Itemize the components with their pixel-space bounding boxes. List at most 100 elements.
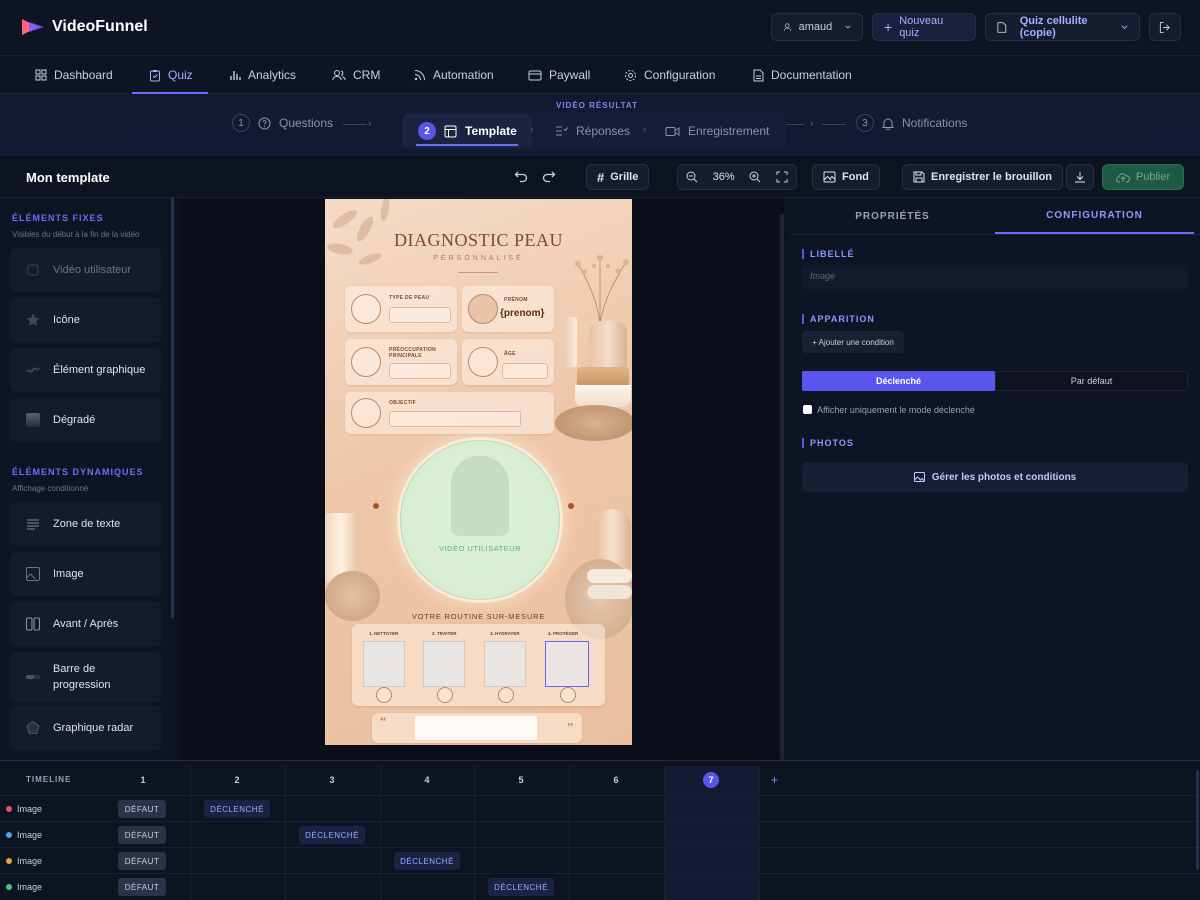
step-questions[interactable]: 1 Questions (232, 114, 333, 132)
triggered-badge[interactable]: DÉCLENCHÉ (394, 852, 460, 870)
grid-toggle-button[interactable]: # Grille (586, 164, 650, 190)
step-connector (786, 124, 804, 125)
goal-field[interactable] (389, 411, 521, 427)
timeline-row[interactable]: Image DÉFAUT DÉCLENCHÉ (0, 795, 1200, 821)
manage-photos-button[interactable]: Gérer les photos et conditions (802, 462, 1188, 492)
element-icon[interactable]: Icône (10, 298, 161, 342)
tab-configuration[interactable]: CONFIGURATION (995, 198, 1194, 234)
add-condition-button[interactable]: + Ajouter une condition (802, 331, 904, 353)
default-badge[interactable]: DÉFAUT (118, 826, 166, 844)
timeline-step-3[interactable]: 3 (324, 772, 340, 788)
redo-button[interactable] (542, 169, 556, 183)
element-gradient[interactable]: Dégradé (10, 398, 161, 442)
new-quiz-button[interactable]: + Nouveau quiz (872, 13, 976, 41)
element-progress-bar[interactable]: Barre de progression (10, 652, 161, 702)
step-recording[interactable]: Enregistrement (665, 124, 769, 138)
timeline-scrollbar[interactable] (1196, 770, 1199, 870)
timeline-row[interactable]: Image DÉFAUT DÉCLENCHÉ (0, 873, 1200, 899)
row-name: Image (17, 882, 43, 892)
default-badge[interactable]: DÉFAUT (118, 800, 166, 818)
element-user-video[interactable]: Vidéo utilisateur (10, 248, 161, 292)
top-bar: VideoFunnel amaud + Nouveau quiz Quiz ce… (0, 0, 1200, 56)
nav-crm[interactable]: CRM (332, 56, 380, 94)
nav-quiz[interactable]: Quiz (149, 56, 193, 94)
timeline-step-4[interactable]: 4 (419, 772, 435, 788)
undo-button[interactable] (514, 169, 528, 183)
nav-label: Configuration (644, 68, 716, 82)
timeline-row[interactable]: Image DÉFAUT DÉCLENCHÉ (0, 847, 1200, 873)
publish-button[interactable]: Publier (1102, 164, 1184, 190)
triggered-badge[interactable]: DÉCLENCHÉ (204, 800, 270, 818)
default-badge[interactable]: DÉFAUT (118, 852, 166, 870)
routine-image-slot[interactable] (484, 641, 526, 687)
step-responses[interactable]: Réponses (555, 124, 630, 138)
dried-flowers-graphic (575, 255, 629, 324)
timeline-step-6[interactable]: 6 (608, 772, 624, 788)
triggered-only-checkbox[interactable] (803, 405, 812, 414)
nav-automation[interactable]: Automation (414, 56, 494, 94)
star-icon (26, 313, 40, 326)
step-template[interactable]: 2 Template (402, 114, 532, 148)
element-before-after[interactable]: Avant / Après (10, 602, 161, 646)
checkbox-icon (27, 264, 39, 276)
triggered-badge[interactable]: DÉCLENCHÉ (299, 826, 365, 844)
step-notifications[interactable]: 3 Notifications (856, 114, 967, 132)
save-draft-button[interactable]: Enregistrer le brouillon (902, 164, 1064, 190)
element-image[interactable]: Image (10, 552, 161, 596)
nav-documentation[interactable]: Documentation (753, 56, 852, 94)
default-badge[interactable]: DÉFAUT (118, 878, 166, 896)
element-label: Image (53, 568, 84, 580)
app-logo[interactable]: VideoFunnel (20, 16, 148, 38)
age-field[interactable] (502, 363, 548, 379)
routine-image-slot[interactable] (423, 641, 465, 687)
timeline-step-1[interactable]: 1 (135, 772, 151, 788)
user-menu-button[interactable]: amaud (771, 13, 863, 41)
text-lines-icon (27, 519, 39, 530)
label-input[interactable]: Image (802, 265, 1188, 289)
panel-scrollbar[interactable] (171, 198, 174, 618)
row-color-dot (6, 806, 12, 812)
skin-type-field[interactable] (389, 307, 451, 323)
quote-text-box[interactable] (415, 716, 537, 740)
zoom-controls: 36% (677, 164, 797, 190)
element-graphic[interactable]: Élément graphique (10, 348, 161, 392)
timeline-row[interactable]: Image DÉFAUT DÉCLENCHÉ (0, 821, 1200, 847)
cream-jar-graphic (589, 321, 627, 373)
main-nav: Dashboard Quiz Analytics CRM Automation … (0, 56, 1200, 94)
logout-button[interactable] (1149, 13, 1181, 41)
nav-configuration[interactable]: Configuration (624, 56, 715, 94)
first-name-label: PRÉNOM (504, 297, 528, 303)
nav-label: Paywall (549, 68, 591, 82)
routine-image-slot[interactable] (363, 641, 405, 687)
zoom-out-icon[interactable] (686, 171, 698, 183)
undo-icon (514, 171, 528, 183)
step-number: 1 (232, 114, 250, 132)
concern-field[interactable] (389, 363, 451, 379)
nav-dashboard[interactable]: Dashboard (35, 56, 113, 94)
nav-analytics[interactable]: Analytics (229, 56, 296, 94)
routine-image-slot-selected[interactable] (545, 641, 589, 687)
element-text-zone[interactable]: Zone de texte (10, 502, 161, 546)
download-button[interactable] (1066, 164, 1094, 190)
routine-step-label: 2. TRAITER (432, 631, 457, 636)
canvas-scrollbar[interactable] (780, 214, 784, 760)
mode-default-button[interactable]: Par défaut (995, 371, 1188, 391)
mode-triggered-button[interactable]: Déclenché (802, 371, 995, 391)
fit-screen-icon[interactable] (776, 171, 788, 183)
quiz-selector[interactable]: Quiz cellulite (copie) (985, 13, 1140, 41)
timeline-step-5[interactable]: 5 (513, 772, 529, 788)
triggered-badge[interactable]: DÉCLENCHÉ (488, 878, 554, 896)
add-step-button[interactable]: + (771, 773, 778, 787)
zoom-in-icon[interactable] (749, 171, 761, 183)
nav-paywall[interactable]: Paywall (528, 56, 590, 94)
background-button[interactable]: Fond (812, 164, 880, 190)
element-radar-chart[interactable]: Graphique radar (10, 706, 161, 750)
chevron-down-icon (1121, 25, 1128, 29)
timeline-step-7[interactable]: 7 (703, 772, 719, 788)
bar-chart-icon (230, 71, 241, 80)
tab-properties[interactable]: PROPRIÉTÉS (790, 198, 995, 234)
timeline-step-2[interactable]: 2 (229, 772, 245, 788)
element-label: Avant / Après (53, 618, 119, 630)
template-preview[interactable]: DIAGNOSTIC PEAU PERSONNALISÉ TYPE DE PEA… (325, 199, 632, 745)
face-icon (351, 294, 381, 324)
